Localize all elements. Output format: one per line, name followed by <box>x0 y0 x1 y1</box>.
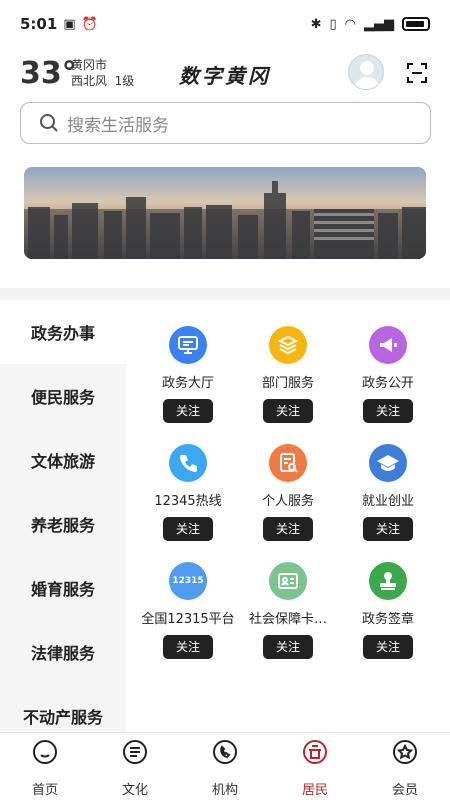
institution-icon <box>213 740 237 764</box>
category-item-real-estate[interactable]: 不动产服务 <box>0 684 126 732</box>
follow-button[interactable]: 关注 <box>163 517 213 541</box>
service-name: 12345热线 <box>154 494 222 509</box>
follow-button[interactable]: 关注 <box>363 399 413 423</box>
nfc-icon: ▣ <box>63 16 76 32</box>
document-search-icon <box>269 444 307 482</box>
graduation-cap-icon <box>369 444 407 482</box>
category-sidebar: 政务办事 便民服务 文体旅游 养老服务 婚育服务 法律服务 不动产服务 <box>0 300 126 732</box>
resident-icon <box>303 740 327 764</box>
scan-icon[interactable] <box>406 62 428 84</box>
section-divider <box>0 288 450 300</box>
category-item-legal[interactable]: 法律服务 <box>0 620 126 684</box>
category-item-elderly-care[interactable]: 养老服务 <box>0 492 126 556</box>
status-notification-icons: ▣ ⏰ <box>63 17 97 32</box>
alarm-icon: ⏰ <box>81 16 98 32</box>
service-item[interactable]: 部门服务 关注 <box>238 326 338 423</box>
service-name: 个人服务 <box>261 494 314 509</box>
follow-button[interactable]: 关注 <box>263 517 313 541</box>
service-item[interactable]: 社会保障卡… 关注 <box>238 562 338 659</box>
monitor-icon <box>169 326 207 364</box>
category-item-convenience[interactable]: 便民服务 <box>0 364 126 428</box>
signal-icon: ▂▄▆ <box>364 16 394 32</box>
id-card-icon <box>269 562 307 600</box>
megaphone-icon <box>369 326 407 364</box>
search-placeholder: 搜索生活服务 <box>67 115 169 136</box>
badge-12315-icon: 12315 <box>169 562 207 600</box>
service-item[interactable]: 政务大厅 关注 <box>138 326 238 423</box>
follow-button[interactable]: 关注 <box>363 517 413 541</box>
bottom-tab-bar: 首页 文化 机构 居民 会员 <box>0 732 450 800</box>
follow-button[interactable]: 关注 <box>263 399 313 423</box>
status-system-icons: ✱ ▯ ◠ ▂▄▆ <box>311 17 430 32</box>
category-item-government[interactable]: 政务办事 <box>0 300 126 364</box>
service-name: 政务公开 <box>361 376 414 391</box>
header: 33° 黄冈市 西北风 1级 数字黄冈 <box>0 52 450 96</box>
search-icon <box>40 114 58 132</box>
wifi-icon: ◠ <box>344 16 356 32</box>
service-item[interactable]: 政务签章 关注 <box>338 562 438 659</box>
stamp-icon <box>369 562 407 600</box>
service-item[interactable]: 政务公开 关注 <box>338 326 438 423</box>
city-banner-image[interactable] <box>24 167 426 259</box>
status-time: 5:01 <box>20 15 58 33</box>
service-name: 部门服务 <box>261 376 314 391</box>
search-bar[interactable]: 搜索生活服务 <box>20 102 431 144</box>
city-skyline-illustration <box>24 181 426 259</box>
tab-home[interactable]: 首页 <box>0 733 90 800</box>
service-name: 全国12315平台 <box>141 612 235 627</box>
member-icon <box>393 740 417 764</box>
tab-culture[interactable]: 文化 <box>90 733 180 800</box>
tab-member[interactable]: 会员 <box>360 733 450 800</box>
category-item-culture-tourism[interactable]: 文体旅游 <box>0 428 126 492</box>
culture-icon <box>123 740 147 764</box>
service-name: 社会保障卡… <box>248 612 327 627</box>
service-item[interactable]: 12345热线 关注 <box>138 444 238 541</box>
tab-resident[interactable]: 居民 <box>270 733 360 800</box>
follow-button[interactable]: 关注 <box>163 635 213 659</box>
service-item[interactable]: 就业创业 关注 <box>338 444 438 541</box>
phone-icon <box>169 444 207 482</box>
service-name: 就业创业 <box>361 494 414 509</box>
service-name: 政务签章 <box>361 612 414 627</box>
avatar[interactable] <box>348 54 384 90</box>
home-icon <box>33 740 57 764</box>
follow-button[interactable]: 关注 <box>263 635 313 659</box>
service-item[interactable]: 12315 全国12315平台 关注 <box>138 562 238 659</box>
status-bar: 5:01 ▣ ⏰ ✱ ▯ ◠ ▂▄▆ <box>0 0 450 48</box>
battery-icon <box>402 17 430 31</box>
service-item[interactable]: 个人服务 关注 <box>238 444 338 541</box>
service-name: 政务大厅 <box>161 376 214 391</box>
tab-institution[interactable]: 机构 <box>180 733 270 800</box>
follow-button[interactable]: 关注 <box>163 399 213 423</box>
layers-icon <box>269 326 307 364</box>
follow-button[interactable]: 关注 <box>363 635 413 659</box>
bluetooth-icon: ✱ <box>310 16 322 32</box>
vibrate-icon: ▯ <box>329 16 337 32</box>
category-item-marriage-birth[interactable]: 婚育服务 <box>0 556 126 620</box>
